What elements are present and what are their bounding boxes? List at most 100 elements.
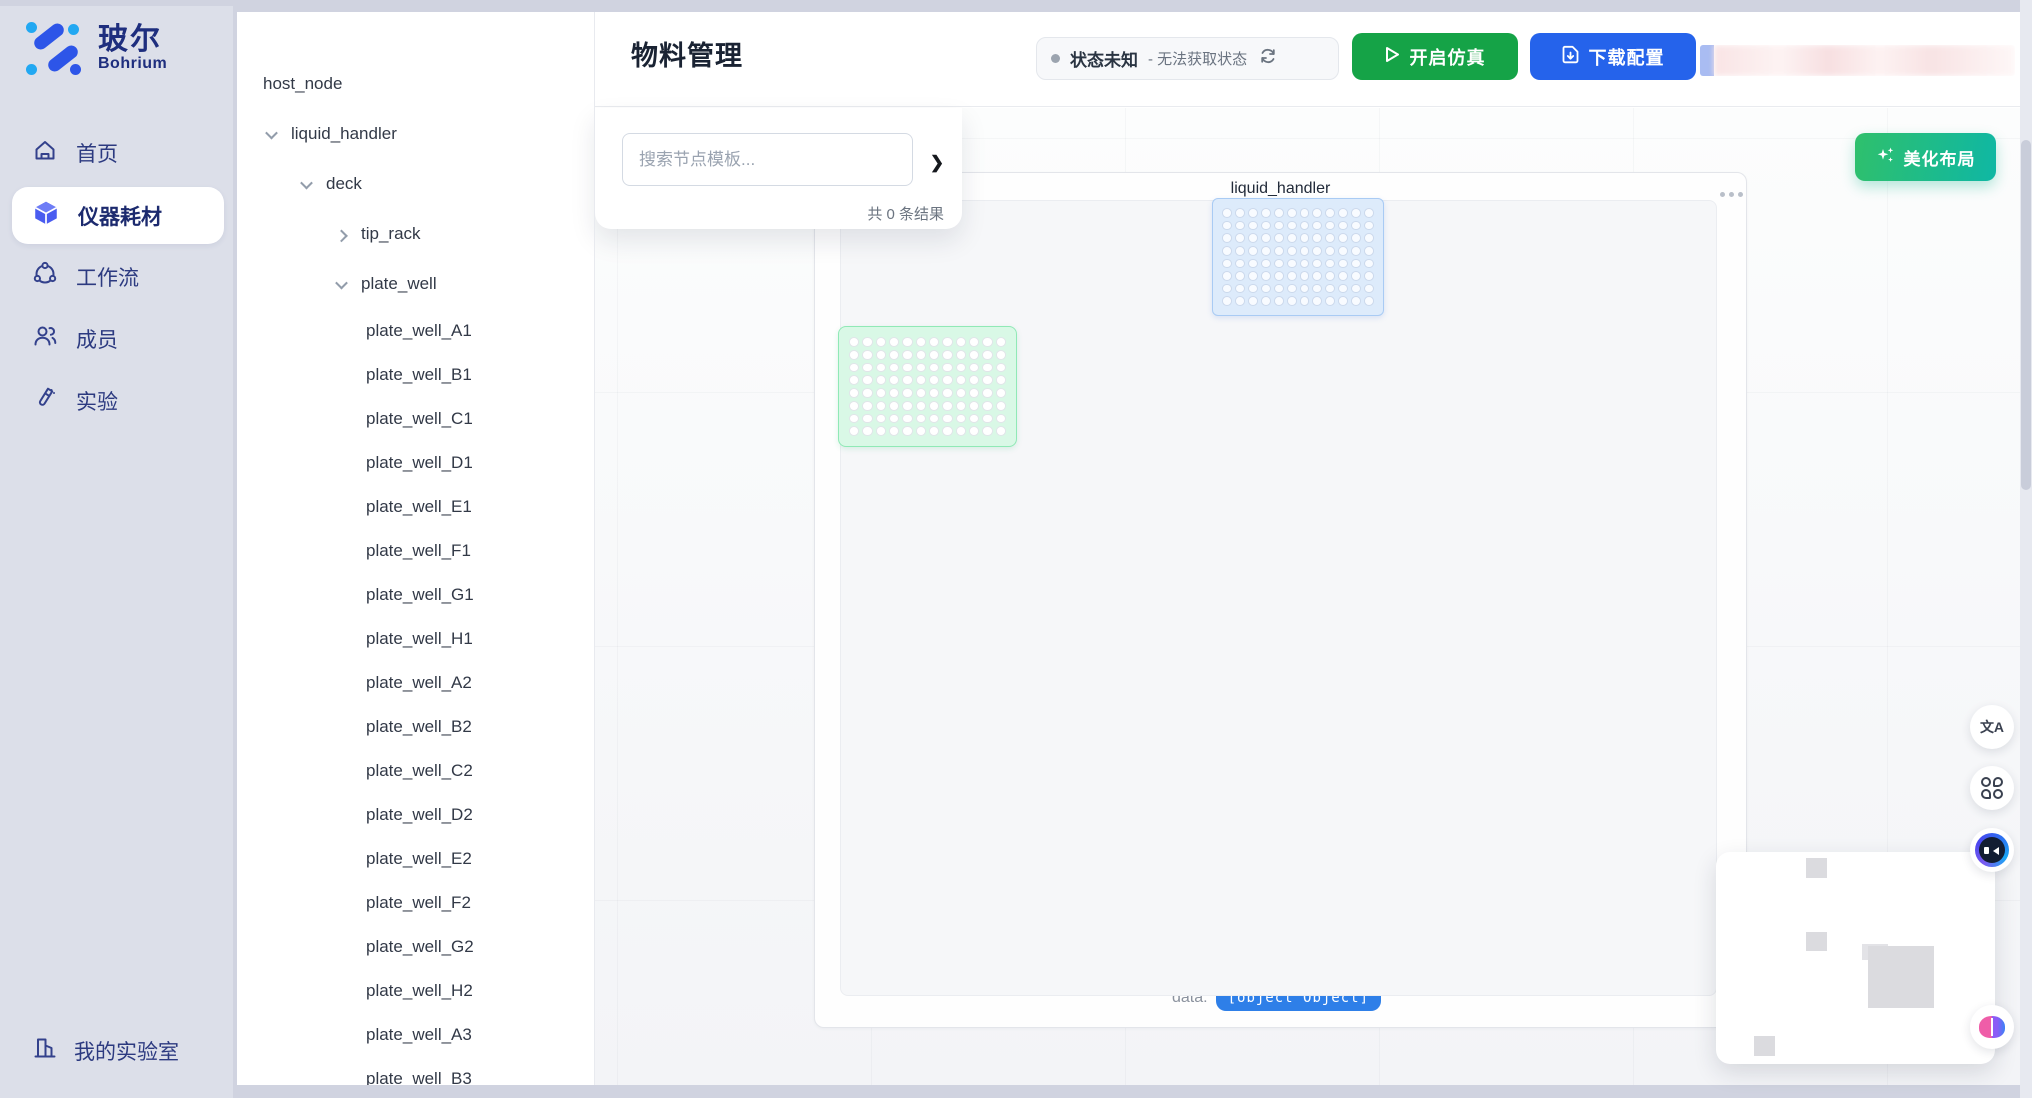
node-template-search-panel: ❯ 共 0 条结果 bbox=[595, 108, 962, 229]
status-label: 状态未知 bbox=[1070, 46, 1138, 71]
sidebar-item-label: 实验 bbox=[76, 386, 118, 416]
tree-item-plate_well_H2[interactable]: plate_well_H2 bbox=[237, 969, 593, 1013]
sidebar-item-instruments[interactable]: 仪器耗材 bbox=[12, 187, 224, 244]
tree-item-plate_well[interactable]: plate_well bbox=[237, 259, 593, 309]
scrollbar-thumb[interactable] bbox=[2021, 140, 2031, 490]
minimap[interactable] bbox=[1716, 852, 1995, 1064]
tree-item-label: plate_well_H1 bbox=[366, 629, 473, 649]
well bbox=[969, 363, 979, 373]
minimap-node bbox=[1868, 946, 1934, 1008]
chevron-down-icon[interactable] bbox=[300, 176, 313, 189]
well bbox=[942, 363, 952, 373]
well-plate-blue[interactable] bbox=[1212, 198, 1384, 316]
deck-area[interactable] bbox=[840, 200, 1717, 996]
tree-item-plate_well_G2[interactable]: plate_well_G2 bbox=[237, 925, 593, 969]
tree-item-label: plate_well_B3 bbox=[366, 1069, 472, 1085]
tree-item-plate_well_A2[interactable]: plate_well_A2 bbox=[237, 661, 593, 705]
tree-item-plate_well_C2[interactable]: plate_well_C2 bbox=[237, 749, 593, 793]
well bbox=[942, 414, 952, 424]
redacted-user-info bbox=[1700, 45, 2015, 76]
chevron-down-icon[interactable] bbox=[335, 276, 348, 289]
well bbox=[862, 401, 872, 411]
collapse-panel-chevron-icon[interactable]: ❯ bbox=[925, 151, 949, 175]
tree-item-deck[interactable]: deck bbox=[237, 159, 593, 209]
tree-item-plate_well_A1[interactable]: plate_well_A1 bbox=[237, 309, 593, 353]
well bbox=[902, 388, 912, 398]
refresh-icon[interactable] bbox=[1259, 47, 1277, 70]
tree-item-plate_well_F1[interactable]: plate_well_F1 bbox=[237, 529, 593, 573]
well bbox=[1338, 284, 1348, 294]
tree-item-plate_well_H1[interactable]: plate_well_H1 bbox=[237, 617, 593, 661]
sidebar-item-home[interactable]: 首页 bbox=[0, 125, 233, 181]
well bbox=[849, 401, 859, 411]
well bbox=[942, 375, 952, 385]
tree-item-liquid_handler[interactable]: liquid_handler bbox=[237, 109, 593, 159]
well bbox=[942, 350, 952, 360]
tree-item-plate_well_B3[interactable]: plate_well_B3 bbox=[237, 1057, 593, 1085]
well bbox=[1222, 284, 1232, 294]
well bbox=[902, 414, 912, 424]
well bbox=[1312, 259, 1322, 269]
translate-button[interactable]: 文A bbox=[1970, 705, 2014, 749]
tree-item-plate_well_F2[interactable]: plate_well_F2 bbox=[237, 881, 593, 925]
well bbox=[889, 363, 899, 373]
well bbox=[902, 375, 912, 385]
well bbox=[929, 375, 939, 385]
tree-item-plate_well_D1[interactable]: plate_well_D1 bbox=[237, 441, 593, 485]
well bbox=[982, 337, 992, 347]
apps-grid-icon bbox=[1981, 777, 2003, 799]
well-plate-green[interactable] bbox=[838, 326, 1017, 447]
tree-item-plate_well_C1[interactable]: plate_well_C1 bbox=[237, 397, 593, 441]
well bbox=[1287, 271, 1297, 281]
sidebar-item-my-lab[interactable]: 我的实验室 bbox=[0, 1026, 233, 1076]
page-scrollbar[interactable] bbox=[2020, 0, 2032, 1098]
well bbox=[942, 401, 952, 411]
beautify-layout-label: 美化布局 bbox=[1904, 145, 1976, 170]
well bbox=[902, 363, 912, 373]
well bbox=[996, 375, 1006, 385]
well bbox=[982, 375, 992, 385]
tree-item-host_node[interactable]: host_node bbox=[237, 59, 593, 109]
tree-item-plate_well_E1[interactable]: plate_well_E1 bbox=[237, 485, 593, 529]
brand-title: 玻尔 bbox=[98, 25, 167, 55]
tree-item-plate_well_B2[interactable]: plate_well_B2 bbox=[237, 705, 593, 749]
well bbox=[1351, 296, 1361, 306]
tree-item-tip_rack[interactable]: tip_rack bbox=[237, 209, 593, 259]
well bbox=[889, 426, 899, 436]
ai-assistant-button[interactable] bbox=[1970, 828, 2014, 872]
well bbox=[1300, 208, 1310, 218]
well bbox=[1325, 284, 1335, 294]
start-simulation-button[interactable]: 开启仿真 bbox=[1352, 33, 1518, 80]
tree-item-plate_well_D2[interactable]: plate_well_D2 bbox=[237, 793, 593, 837]
tree-item-plate_well_E2[interactable]: plate_well_E2 bbox=[237, 837, 593, 881]
chevron-down-icon[interactable] bbox=[265, 126, 278, 139]
well bbox=[982, 401, 992, 411]
sidebar-item-workflow[interactable]: 工作流 bbox=[0, 249, 233, 305]
brain-assistant-button[interactable] bbox=[1970, 1005, 2014, 1049]
download-config-button[interactable]: 下载配置 bbox=[1530, 33, 1696, 80]
well bbox=[929, 388, 939, 398]
tree-item-label: liquid_handler bbox=[291, 124, 397, 144]
chevron-right-icon[interactable] bbox=[335, 229, 348, 242]
search-input[interactable] bbox=[622, 133, 913, 186]
tree-item-plate_well_G1[interactable]: plate_well_G1 bbox=[237, 573, 593, 617]
beautify-layout-button[interactable]: 美化布局 bbox=[1855, 133, 1996, 181]
well bbox=[902, 401, 912, 411]
well bbox=[1312, 233, 1322, 243]
well bbox=[1325, 221, 1335, 231]
sidebar-item-experiments[interactable]: 实验 bbox=[0, 373, 233, 429]
well bbox=[1338, 271, 1348, 281]
well bbox=[1287, 208, 1297, 218]
well bbox=[1261, 221, 1271, 231]
apps-grid-button[interactable] bbox=[1970, 766, 2014, 810]
well bbox=[1312, 208, 1322, 218]
tree-item-plate_well_A3[interactable]: plate_well_A3 bbox=[237, 1013, 593, 1057]
well bbox=[1300, 296, 1310, 306]
well bbox=[1351, 259, 1361, 269]
minimap-node bbox=[1806, 858, 1827, 878]
well bbox=[849, 414, 859, 424]
well bbox=[969, 414, 979, 424]
tree-item-plate_well_B1[interactable]: plate_well_B1 bbox=[237, 353, 593, 397]
node-more-menu[interactable] bbox=[1720, 192, 1743, 197]
sidebar-item-members[interactable]: 成员 bbox=[0, 311, 233, 367]
